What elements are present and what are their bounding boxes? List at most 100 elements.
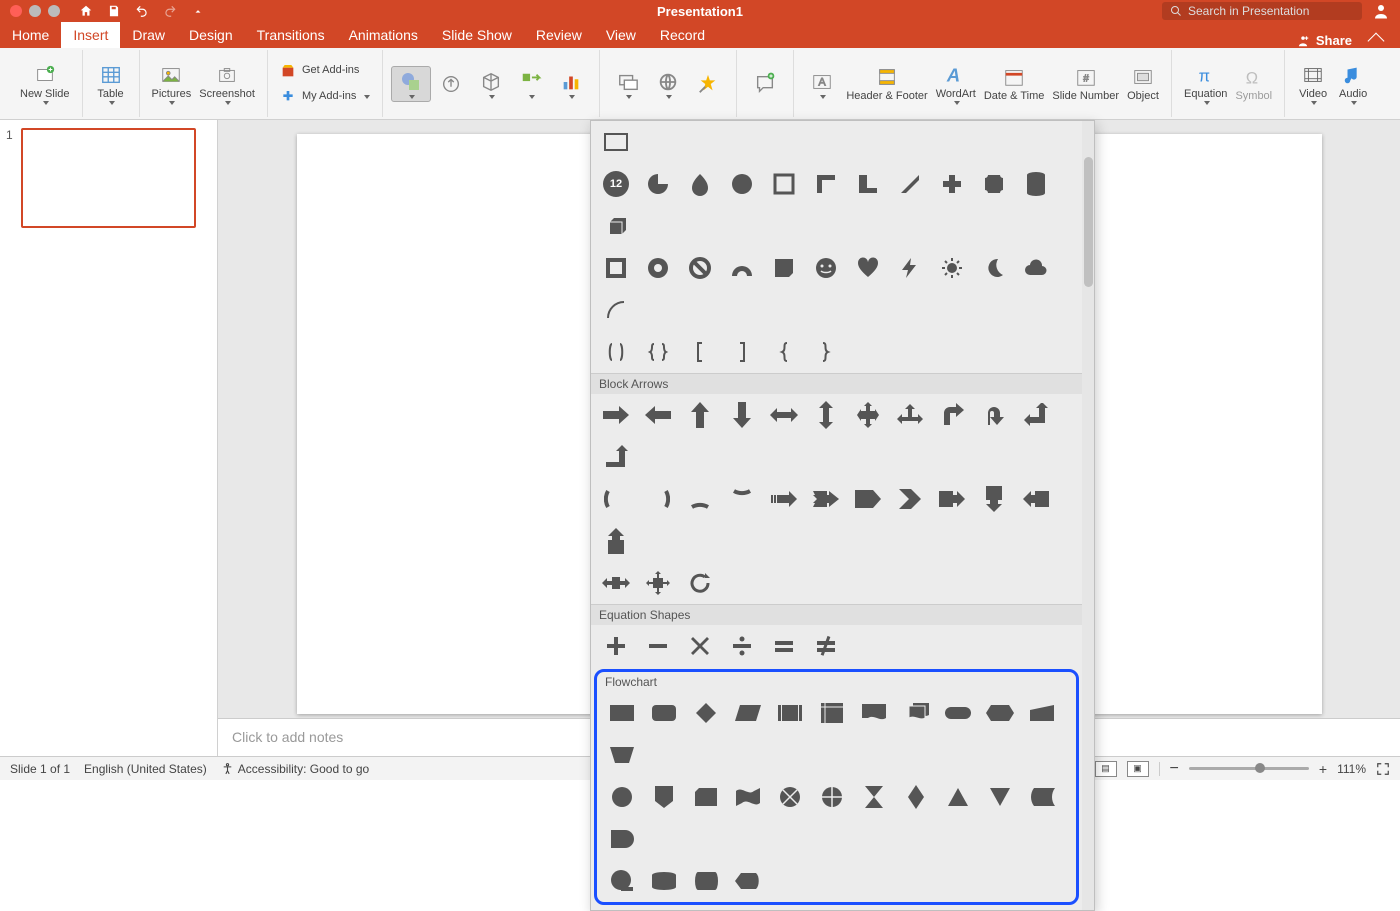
3d-models-button[interactable] xyxy=(471,67,511,101)
slide-number-button[interactable]: # Slide Number xyxy=(1048,62,1123,104)
slide-thumbnail[interactable] xyxy=(21,128,196,228)
comment-button[interactable] xyxy=(745,69,785,99)
shape-double-brace[interactable] xyxy=(643,337,673,367)
shape-fc-sequential-access-storage[interactable] xyxy=(607,866,637,896)
shape-quad-arrow[interactable] xyxy=(853,400,883,430)
fit-to-window[interactable] xyxy=(1376,762,1390,776)
tab-design[interactable]: Design xyxy=(177,22,245,48)
shape-eq-minus[interactable] xyxy=(643,631,673,661)
shape-left-right-up-arrow[interactable] xyxy=(895,400,925,430)
shape-sun[interactable] xyxy=(937,253,967,283)
home-icon[interactable] xyxy=(78,3,94,19)
shape-can[interactable] xyxy=(1021,169,1051,199)
shape-block-arc[interactable] xyxy=(727,253,757,283)
shape-fc-summing-junction[interactable] xyxy=(775,782,805,812)
shape-cloud[interactable] xyxy=(1021,253,1051,283)
shape-uturn-arrow[interactable] xyxy=(979,400,1009,430)
wordart-button[interactable]: A WordArt xyxy=(932,60,980,106)
redo-icon[interactable] xyxy=(162,3,178,19)
shape-fc-merge[interactable] xyxy=(985,782,1015,812)
shape-eq-plus[interactable] xyxy=(601,631,631,661)
shape-notched-right-arrow[interactable] xyxy=(811,484,841,514)
equation-button[interactable]: π Equation xyxy=(1180,60,1231,106)
new-slide-button[interactable]: New Slide xyxy=(16,60,74,106)
shape-fc-multidocument[interactable] xyxy=(901,698,931,728)
shape-up-down-arrow[interactable] xyxy=(811,400,841,430)
shape-fc-sort[interactable] xyxy=(901,782,931,812)
shape-bent-arrow[interactable] xyxy=(937,400,967,430)
shape-fc-process[interactable] xyxy=(607,698,637,728)
shape-half-frame[interactable] xyxy=(811,169,841,199)
shape-fc-display[interactable] xyxy=(733,866,763,896)
shape-fc-punched-tape[interactable] xyxy=(733,782,763,812)
shape-rectangle[interactable] xyxy=(601,127,631,157)
chart-button[interactable] xyxy=(551,67,591,101)
shape-curved-right-arrow[interactable] xyxy=(601,484,631,514)
shape-pie[interactable] xyxy=(643,169,673,199)
zoom-out[interactable]: − xyxy=(1170,760,1179,778)
header-footer-button[interactable]: Header & Footer xyxy=(842,62,931,104)
shape-lightning-bolt[interactable] xyxy=(895,253,925,283)
smartart-button[interactable] xyxy=(511,67,551,101)
table-button[interactable]: Table xyxy=(91,60,131,106)
shape-bevel[interactable] xyxy=(601,253,631,283)
shape-fc-or[interactable] xyxy=(817,782,847,812)
language-status[interactable]: English (United States) xyxy=(84,762,207,776)
shape-fc-extract[interactable] xyxy=(943,782,973,812)
shape-left-up-arrow[interactable] xyxy=(1021,400,1051,430)
shape-moon[interactable] xyxy=(979,253,1009,283)
my-addins-button[interactable]: My Add-ins xyxy=(276,87,374,107)
shape-fc-manual-operation[interactable] xyxy=(607,740,637,770)
shape-left-brace[interactable] xyxy=(769,337,799,367)
shape-right-brace[interactable] xyxy=(811,337,841,367)
share-button[interactable]: Share xyxy=(1296,33,1392,48)
tab-view[interactable]: View xyxy=(594,22,648,48)
audio-button[interactable]: Audio xyxy=(1333,60,1373,106)
tab-home[interactable]: Home xyxy=(0,22,61,48)
shape-fc-stored-data[interactable] xyxy=(1027,782,1057,812)
shape-double-bracket[interactable] xyxy=(601,337,631,367)
shapes-scrollbar[interactable] xyxy=(1082,121,1094,910)
shape-plus[interactable] xyxy=(937,169,967,199)
qat-customize-icon[interactable] xyxy=(190,3,206,19)
shape-striped-right-arrow[interactable] xyxy=(769,484,799,514)
shape-heart[interactable] xyxy=(853,253,883,283)
shape-pentagon-arrow[interactable] xyxy=(853,484,883,514)
tab-draw[interactable]: Draw xyxy=(120,22,177,48)
shape-left-right-arrow[interactable] xyxy=(769,400,799,430)
shape-smiley-face[interactable] xyxy=(811,253,841,283)
zoom-slider[interactable] xyxy=(1189,767,1309,770)
text-box-button[interactable]: A xyxy=(802,67,842,101)
shape-l-shape[interactable] xyxy=(853,169,883,199)
shape-circular-arrow[interactable] xyxy=(685,568,715,598)
search-input[interactable]: Search in Presentation xyxy=(1162,2,1362,20)
accessibility-status[interactable]: Accessibility: Good to go xyxy=(221,762,369,776)
tab-transitions[interactable]: Transitions xyxy=(245,22,337,48)
zoom-value[interactable]: 111% xyxy=(1337,762,1366,776)
tab-record[interactable]: Record xyxy=(648,22,717,48)
object-button[interactable]: Object xyxy=(1123,62,1163,104)
date-time-button[interactable]: Date & Time xyxy=(980,62,1049,104)
view-reading[interactable]: ▤ xyxy=(1095,761,1117,777)
shape-right-arrow-callout[interactable] xyxy=(937,484,967,514)
shape-fc-alternate-process[interactable] xyxy=(649,698,679,728)
icons-button[interactable] xyxy=(431,69,471,99)
shape-fc-decision[interactable] xyxy=(691,698,721,728)
shape-left-bracket[interactable] xyxy=(685,337,715,367)
tab-review[interactable]: Review xyxy=(524,22,594,48)
shape-cube[interactable] xyxy=(601,211,631,241)
video-button[interactable]: Video xyxy=(1293,60,1333,106)
shape-right-bracket[interactable] xyxy=(727,337,757,367)
shape-eq-equal[interactable] xyxy=(769,631,799,661)
link-button[interactable] xyxy=(648,67,688,101)
shapes-dropdown-button[interactable] xyxy=(391,66,431,102)
shape-curved-left-arrow[interactable] xyxy=(643,484,673,514)
shape-curved-down-arrow[interactable] xyxy=(727,484,757,514)
shape-left-arrow[interactable] xyxy=(643,400,673,430)
shape-fc-magnetic-disk[interactable] xyxy=(649,866,679,896)
shape-right-arrow[interactable] xyxy=(601,400,631,430)
shape-folded-corner[interactable] xyxy=(769,253,799,283)
shape-fc-delay[interactable] xyxy=(607,824,637,854)
shape-up-arrow-callout[interactable] xyxy=(601,526,631,556)
shape-diagonal-stripe[interactable] xyxy=(895,169,925,199)
